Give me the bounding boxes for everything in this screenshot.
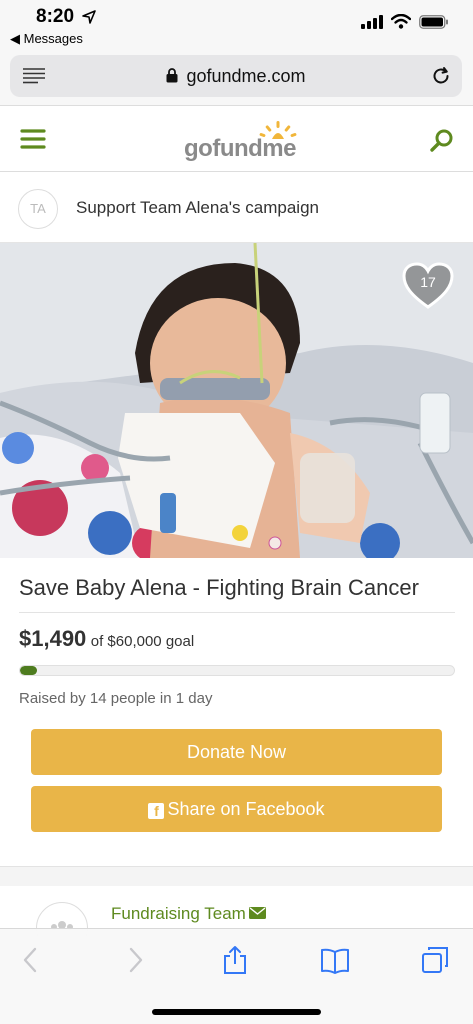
bookmarks-icon[interactable] [320,945,350,975]
lock-icon [166,68,178,83]
wifi-icon [391,14,411,29]
progress-bar [19,665,455,676]
browser-chrome: gofundme.com [0,50,473,106]
status-indicators [361,14,449,29]
url-text: gofundme.com [186,66,306,86]
like-count: 17 [420,274,436,290]
back-to-messages-link[interactable]: ◀ Messages [10,31,83,47]
fundraising-team-link[interactable]: Fundraising Team [111,904,266,924]
site-header: gofundme [0,107,473,172]
goal-text: of $60,000 goal [90,633,195,650]
signal-icon [361,14,383,29]
facebook-icon: f [148,803,165,819]
status-time: 8:20 [36,6,75,27]
like-button[interactable]: 17 [401,261,455,311]
organizer-label: Support Team Alena's campaign [76,198,319,217]
organizer-avatar: TA [18,189,58,229]
campaign-photo[interactable]: 17 [0,243,473,558]
progress-fill [20,666,38,675]
donate-now-button[interactable]: Donate Now [31,729,442,775]
location-arrow-icon [82,10,96,24]
donate-label: Donate Now [186,742,287,762]
campaign-organizer[interactable]: TA Support Team Alena's campaign [0,173,473,243]
section-divider [0,866,473,886]
divider [19,612,455,613]
hamburger-menu-icon[interactable] [20,128,46,150]
mail-icon [248,907,266,919]
gofundme-logo[interactable]: gofundme [184,121,308,163]
forward-icon[interactable] [120,945,150,975]
team-label-text: Fundraising Team [111,904,246,923]
home-indicator [152,1009,321,1015]
url-display[interactable]: gofundme.com [10,66,462,87]
back-icon[interactable] [16,945,46,975]
amount-raised: $1,490 of $60,000 goal [19,626,194,652]
tabs-icon[interactable] [420,945,450,975]
raised-amount: $1,490 [19,626,87,651]
share-label: Share on Facebook [167,799,325,819]
raised-by-text: Raised by 14 people in 1 day [19,690,213,707]
status-bar: 8:20 ◀ Messages [0,0,473,50]
search-icon[interactable] [429,127,455,153]
share-icon[interactable] [220,945,250,975]
share-on-facebook-button[interactable]: f Share on Facebook [31,786,442,832]
address-bar[interactable]: gofundme.com [10,55,462,97]
battery-icon [419,14,448,29]
logo-wordmark: gofundme [184,135,296,162]
reload-icon[interactable] [430,65,452,87]
campaign-title: Save Baby Alena - Fighting Brain Cancer [19,575,419,600]
